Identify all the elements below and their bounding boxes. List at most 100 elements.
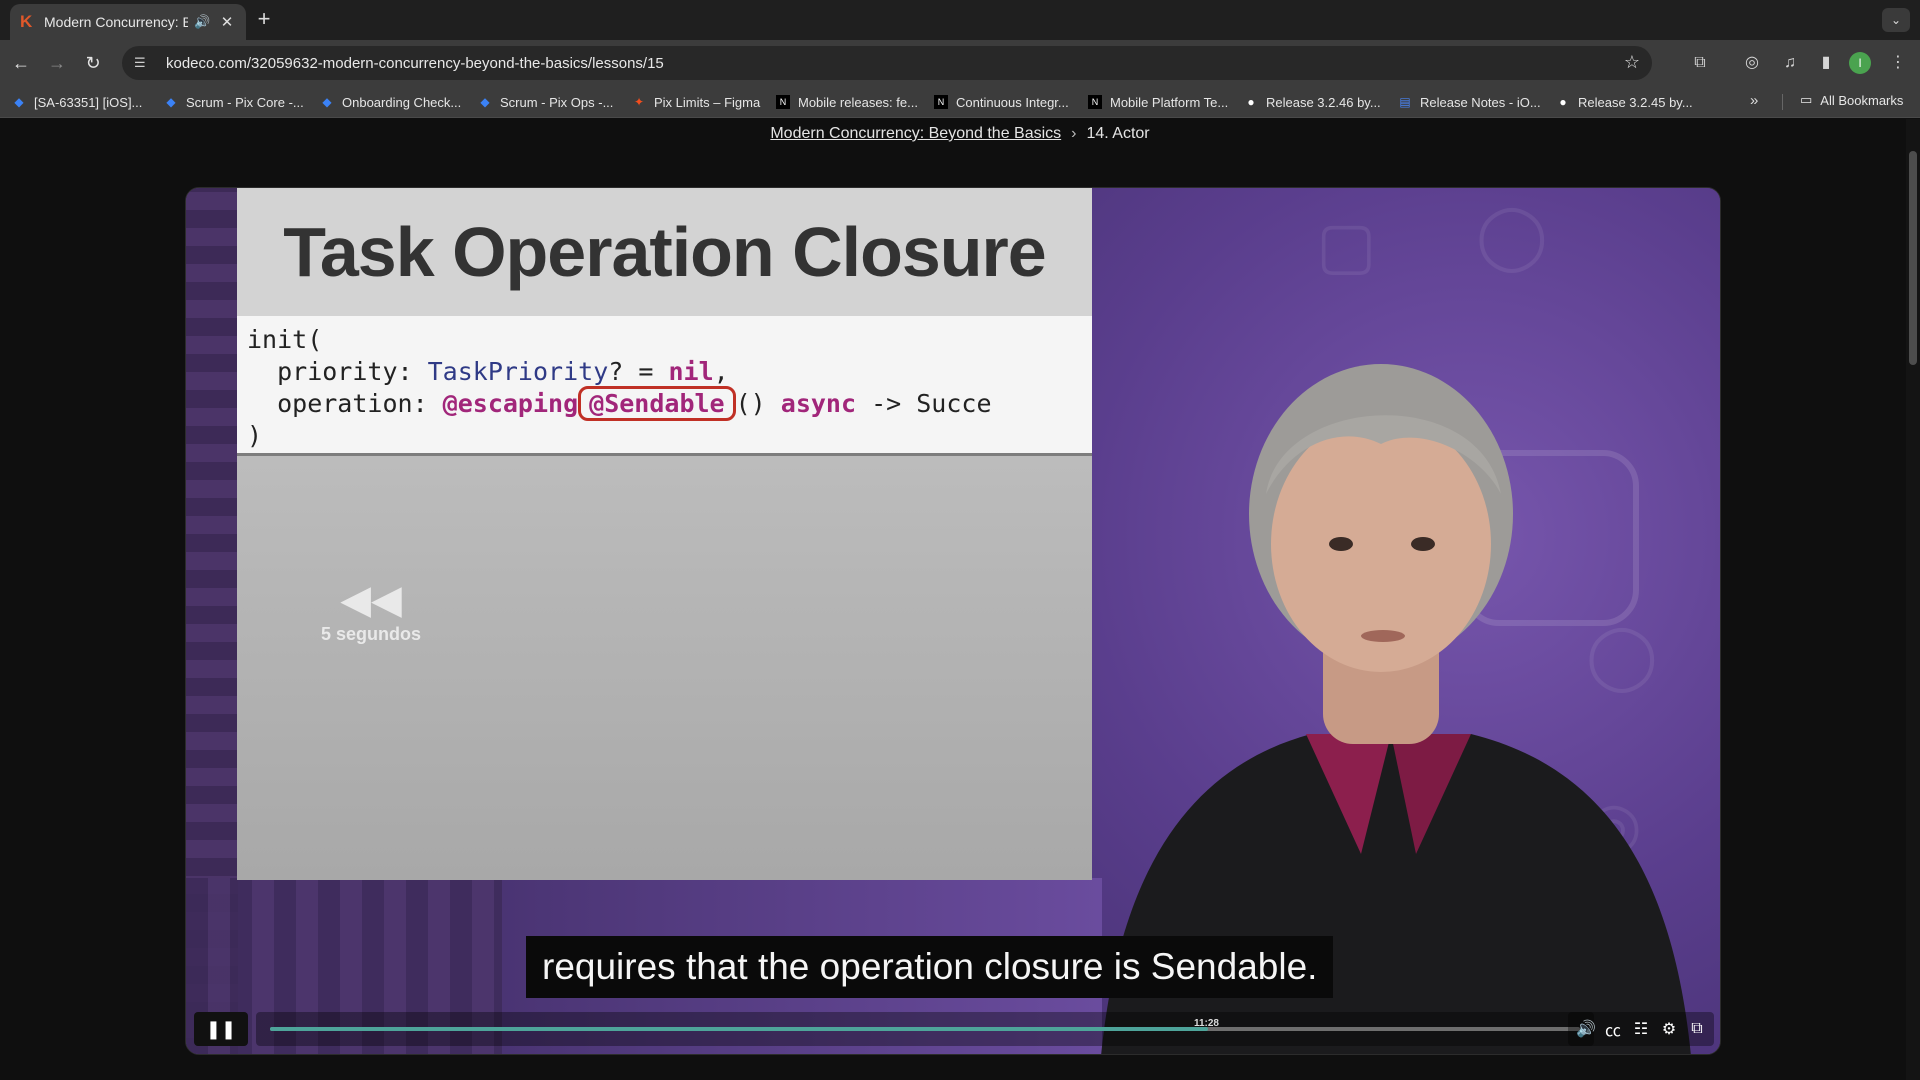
menu-icon[interactable]: ⋮ <box>1886 51 1910 75</box>
bookmark-item[interactable]: ◆ Onboarding Check... <box>320 92 461 112</box>
all-bookmarks-button[interactable]: ▭ All Bookmarks <box>1800 92 1903 108</box>
page-content: Modern Concurrency: Beyond the Basics › 14… <box>0 119 1920 1080</box>
forward-button[interactable]: → <box>44 50 70 76</box>
tab-search-button[interactable]: ⌄ <box>1882 8 1910 32</box>
code-type: TaskPriority <box>427 357 609 386</box>
extensions-icon[interactable]: ⧉ <box>1688 51 1712 75</box>
new-tab-button[interactable]: + <box>252 8 276 32</box>
extension-icon[interactable]: ◎ <box>1740 51 1764 75</box>
profile-avatar[interactable]: I <box>1849 52 1871 74</box>
volume-icon[interactable]: 🔊 <box>1576 1019 1596 1039</box>
browser-toolbar: ← → ↻ ☰ kodeco.com/32059632-modern-concu… <box>0 40 1920 86</box>
progress-bar[interactable]: 11:28 <box>270 1018 1580 1031</box>
code-keyword-highlighted: @Sendable <box>578 386 736 421</box>
url-text: kodeco.com/32059632-modern-concurrency-b… <box>166 54 664 72</box>
media-controls-icon[interactable]: ♫ <box>1778 51 1802 75</box>
bookmark-label: Release 3.2.45 by... <box>1578 94 1693 110</box>
video-controls: ❚❚ 11:28 🔊 ㏄ ☷ ⚙ ⧉ <box>186 1002 1720 1054</box>
current-time-label: 11:28 <box>1193 1018 1219 1029</box>
github-icon: ● <box>1247 95 1255 109</box>
scrollbar-thumb[interactable] <box>1909 151 1917 365</box>
code-keyword: @escaping <box>442 389 579 418</box>
bookmark-item[interactable]: ◆ Scrum - Pix Ops -... <box>478 92 613 112</box>
notion-icon: N <box>934 95 948 109</box>
all-bookmarks-label: All Bookmarks <box>1820 92 1904 108</box>
tab-title: Modern Concurrency: Bey <box>44 14 188 30</box>
bookmark-item[interactable]: N Mobile Platform Te... <box>1088 92 1228 112</box>
decorative-icon: ◯ <box>1476 199 1548 271</box>
code-text: operation: <box>247 389 443 418</box>
bookmark-item[interactable]: N Mobile releases: fe... <box>776 92 918 112</box>
bookmark-item[interactable]: N Continuous Integr... <box>934 92 1069 112</box>
video-control-icons: 🔊 ㏄ ☷ ⚙ ⧉ <box>1568 1012 1714 1046</box>
bookmark-item[interactable]: ▤ Release Notes - iO... <box>1398 92 1541 112</box>
code-text: -> Succe <box>856 389 992 418</box>
code-text: ? = <box>608 357 669 386</box>
reload-button[interactable]: ↻ <box>80 50 106 76</box>
jira-icon: ◆ <box>480 95 490 109</box>
breadcrumb-current-lesson: 14. Actor <box>1086 125 1150 142</box>
code-text: () <box>735 389 781 418</box>
slide-title: Task Operation Closure <box>283 213 1046 291</box>
close-tab-icon[interactable]: ✕ <box>218 13 236 31</box>
code-text: priority: <box>247 357 428 386</box>
bookmark-label: Scrum - Pix Core -... <box>186 94 304 110</box>
pause-button[interactable]: ❚❚ <box>194 1012 248 1046</box>
subtitle-caption: requires that the operation closure is S… <box>526 936 1334 998</box>
captions-icon[interactable]: ㏄ <box>1604 1017 1622 1041</box>
page-scrollbar[interactable] <box>1906 119 1920 1080</box>
bookmark-label: Pix Limits – Figma <box>654 94 761 110</box>
folder-icon: ▭ <box>1800 92 1813 107</box>
code-line: init( <box>247 325 323 354</box>
settings-gear-icon[interactable]: ⚙ <box>1660 1019 1678 1039</box>
bookmark-label: Scrum - Pix Ops -... <box>500 94 614 110</box>
bookmark-label: Onboarding Check... <box>342 94 462 110</box>
jira-icon: ◆ <box>14 95 24 109</box>
speaker-icon[interactable]: 🔊 <box>194 14 212 30</box>
notion-icon: N <box>776 95 790 109</box>
rewind-label: 5 segundos <box>320 624 422 644</box>
more-bookmarks-icon[interactable]: » <box>1750 92 1758 109</box>
bookmarks-bar: ◆ [SA-63351] [iOS]... ◆ Scrum - Pix Core -… <box>0 86 1920 118</box>
bookmark-label: Mobile Platform Te... <box>1110 94 1229 110</box>
bookmark-item[interactable]: ✦ Pix Limits – Figma <box>632 92 760 112</box>
bookmark-item[interactable]: ● Release 3.2.45 by... <box>1556 92 1693 112</box>
address-bar[interactable]: ☰ kodeco.com/32059632-modern-concurrency… <box>122 46 1652 80</box>
bookmark-label: Release Notes - iO... <box>1420 94 1541 110</box>
breadcrumb: Modern Concurrency: Beyond the Basics › 14… <box>0 125 1920 143</box>
notion-icon: N <box>1088 95 1102 109</box>
bookmark-item[interactable]: ◆ Scrum - Pix Core -... <box>164 92 304 112</box>
decorative-icon: ▢ <box>1316 209 1377 281</box>
code-line: ) <box>247 421 263 450</box>
jira-icon: ◆ <box>322 95 332 109</box>
bookmark-label: Continuous Integr... <box>956 94 1069 110</box>
slide: Task Operation Closure init( priority: T… <box>237 188 1092 880</box>
picture-in-picture-icon[interactable]: ⧉ <box>1688 1020 1706 1038</box>
bookmark-star-icon[interactable]: ☆ <box>1624 52 1640 73</box>
rewind-indicator: ◀◀ 5 segundos <box>311 580 431 645</box>
bookmark-item[interactable]: ● Release 3.2.46 by... <box>1244 92 1381 112</box>
bookmarks-divider <box>1782 94 1783 110</box>
side-panel-icon[interactable]: ▮ <box>1814 51 1838 75</box>
bookmark-label: [SA-63351] [iOS]... <box>34 94 143 110</box>
code-text: , <box>713 357 729 386</box>
progress-track[interactable]: 11:28 <box>256 1012 1594 1046</box>
bookmark-label: Release 3.2.46 by... <box>1266 94 1381 110</box>
code-keyword: nil <box>668 357 714 386</box>
bookmark-item[interactable]: ◆ [SA-63351] [iOS]... <box>12 92 142 112</box>
jira-icon: ◆ <box>166 95 176 109</box>
site-info-icon[interactable]: ☰ <box>134 55 156 71</box>
github-icon: ● <box>1559 95 1567 109</box>
kodeco-favicon-icon: K <box>20 12 33 31</box>
tab-active[interactable]: K Modern Concurrency: Bey 🔊 ✕ <box>10 4 246 40</box>
tab-strip: K Modern Concurrency: Bey 🔊 ✕ + ⌄ <box>0 0 1920 40</box>
chevron-right-icon: › <box>1071 125 1077 142</box>
video-player[interactable]: ◯ ◯ ◎ ▢ Task Operation Closure init( pri… <box>185 187 1721 1055</box>
back-button[interactable]: ← <box>8 50 34 76</box>
breadcrumb-course-link[interactable]: Modern Concurrency: Beyond the Basics <box>770 125 1061 142</box>
bookmark-label: Mobile releases: fe... <box>798 94 918 110</box>
transcript-icon[interactable]: ☷ <box>1632 1019 1650 1039</box>
figma-icon: ✦ <box>633 95 645 109</box>
progress-fill <box>270 1027 1208 1031</box>
docs-icon: ▤ <box>1399 95 1411 109</box>
